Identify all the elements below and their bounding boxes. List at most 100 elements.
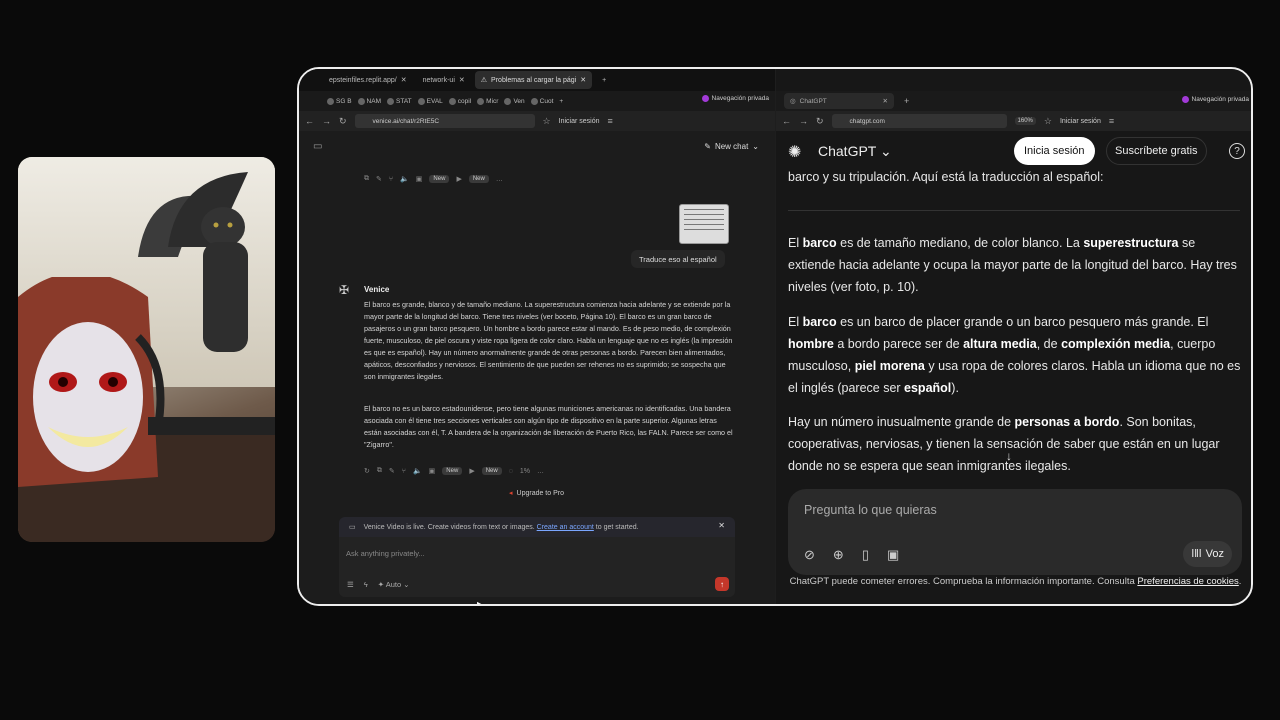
settings-sliders-icon[interactable]: ☰: [347, 580, 354, 589]
back-icon[interactable]: ←: [782, 116, 791, 126]
signin-button[interactable]: Iniciar sesión: [559, 118, 600, 125]
send-button[interactable]: ↑: [715, 577, 729, 591]
mode-label: Auto: [385, 580, 402, 589]
bot-paragraph-1: El barco es grande, blanco y de tamaño m…: [364, 300, 733, 381]
sidebar-toggle-icon[interactable]: ▭: [313, 141, 322, 152]
login-button[interactable]: Inicia sesión: [1014, 137, 1095, 165]
star-icon[interactable]: ☆: [1044, 116, 1052, 127]
cookie-preferences-link[interactable]: Preferencias de cookies: [1137, 576, 1238, 587]
window-tab-strip: epsteinfiles.replit.app/ ✕ network-ui ✕ ⚠ P…: [299, 69, 775, 91]
speaker-icon[interactable]: 🔈: [400, 175, 409, 183]
new-tab-button[interactable]: +: [596, 71, 612, 89]
pinned-tab[interactable]: STAT: [387, 97, 412, 105]
close-icon[interactable]: ✕: [580, 76, 586, 84]
attached-document-image[interactable]: [679, 204, 729, 244]
address-toolbar: ← → ↻ chatgpt.com 160% ☆ Iniciar sesión …: [776, 111, 1251, 131]
menu-icon[interactable]: ≡: [607, 116, 612, 126]
video-icon[interactable]: ▶: [469, 467, 474, 475]
close-icon[interactable]: ✕: [718, 521, 725, 530]
webcam-feed: [18, 157, 275, 542]
pinned-tab[interactable]: copil: [448, 97, 472, 105]
private-browsing-indicator: Navegación privada: [701, 95, 769, 102]
chatgpt-browser-window: ◎ ChatGPT ✕ + Navegación privada ← → ↻ cha…: [776, 69, 1251, 604]
close-icon[interactable]: ✕: [459, 76, 465, 84]
address-toolbar: ← → ↻ venice.ai/chat/r2RtE5C ☆ Iniciar s…: [299, 111, 775, 131]
more-icon[interactable]: …: [537, 468, 544, 475]
progress-ring-icon: ◌: [508, 467, 513, 475]
pinned-tab[interactable]: SG B: [327, 97, 352, 105]
close-icon[interactable]: ✕: [883, 97, 888, 105]
globe-icon[interactable]: ⊕: [833, 547, 844, 563]
new-chat-button[interactable]: ✎ New chat ⌄: [698, 137, 765, 155]
pinned-tab-active[interactable]: Ven: [504, 97, 525, 105]
chatgpt-prompt-box[interactable]: Pregunta lo que quieras ⊘ ⊕ ▯ ▣ ǀǁǀ Voz: [788, 489, 1242, 575]
regenerate-icon[interactable]: ↻: [364, 467, 370, 475]
create-account-link[interactable]: Create an account: [537, 524, 594, 531]
venice-prompt-box[interactable]: Ask anything privately... ☰ ϟ ✦ Auto ⌄ ↑: [339, 537, 735, 597]
help-icon[interactable]: ?: [1229, 143, 1245, 159]
copy-icon[interactable]: ⧉: [364, 175, 369, 183]
pinned-tab[interactable]: NAM: [357, 97, 381, 105]
tab-epsteinfiles[interactable]: epsteinfiles.replit.app/ ✕: [323, 71, 413, 89]
tab-favicon-icon: [387, 97, 394, 105]
signup-button[interactable]: Suscríbete gratis: [1106, 137, 1207, 165]
forward-icon[interactable]: →: [799, 116, 808, 126]
tab-favicon-icon: [327, 97, 334, 105]
voice-button[interactable]: ǀǁǀ Voz: [1183, 541, 1232, 567]
video-icon[interactable]: ▶: [456, 175, 461, 183]
image-icon[interactable]: ▣: [416, 175, 423, 183]
disclaimer: ChatGPT puede cometer errores. Comprueba…: [789, 576, 1242, 587]
tab-label: STAT: [396, 97, 412, 105]
attach-icon[interactable]: ⊘: [804, 547, 815, 563]
speaker-icon[interactable]: 🔈: [413, 467, 422, 475]
tab-label: epsteinfiles.replit.app/: [329, 76, 397, 84]
copy-icon[interactable]: ⧉: [377, 467, 382, 475]
back-icon[interactable]: ←: [305, 116, 314, 126]
tab-label: SG B: [336, 97, 352, 105]
pinned-tab[interactable]: Cuot: [530, 97, 553, 105]
prompt-input[interactable]: Ask anything privately...: [346, 549, 425, 558]
menu-icon[interactable]: ≡: [1109, 116, 1114, 126]
image-icon[interactable]: ▣: [429, 467, 436, 475]
venice-logo-icon: ✠: [339, 283, 350, 297]
tab-label: Micr: [486, 97, 499, 105]
tab-network-ui[interactable]: network-ui ✕: [417, 71, 471, 89]
address-bar[interactable]: venice.ai/chat/r2RtE5C: [354, 114, 535, 128]
tab-label: EVAL: [426, 97, 443, 105]
model-selector[interactable]: ChatGPT ⌄: [818, 143, 892, 160]
tab-chatgpt[interactable]: ◎ ChatGPT ✕: [784, 93, 894, 109]
add-tab-icon[interactable]: +: [559, 98, 563, 105]
branch-icon[interactable]: ⑂: [389, 176, 393, 183]
pinned-tab[interactable]: EVAL: [417, 97, 443, 105]
book-icon[interactable]: ▯: [862, 547, 869, 563]
more-icon[interactable]: …: [496, 176, 503, 183]
upgrade-link[interactable]: ◂ Upgrade to Pro: [509, 489, 564, 498]
user-message: Traduce eso al español: [631, 250, 725, 268]
tab-problemas[interactable]: ⚠ Problemas al cargar la pági ✕: [474, 71, 593, 89]
prompt-input[interactable]: Pregunta lo que quieras: [804, 503, 937, 517]
edit-icon[interactable]: ✎: [376, 175, 382, 183]
branch-icon[interactable]: ⑂: [402, 468, 406, 475]
star-icon[interactable]: ☆: [543, 116, 551, 127]
close-icon[interactable]: ✕: [401, 76, 407, 84]
zoom-level[interactable]: 160%: [1014, 117, 1036, 125]
signin-button[interactable]: Iniciar sesión: [1060, 118, 1101, 125]
pinned-tab[interactable]: Micr: [477, 97, 499, 105]
new-tab-button[interactable]: +: [904, 96, 909, 106]
lightning-icon[interactable]: ϟ: [364, 580, 368, 589]
image-gen-icon[interactable]: ▣: [887, 547, 899, 563]
edit-icon[interactable]: ✎: [389, 467, 395, 475]
reload-icon[interactable]: ↻: [339, 116, 347, 127]
new-badge: New: [468, 175, 489, 183]
address-bar[interactable]: chatgpt.com: [831, 114, 1007, 128]
tab-label: network-ui: [422, 76, 455, 84]
bot-paragraph-2: El barco no es un barco estadounidense, …: [364, 404, 733, 449]
forward-icon[interactable]: →: [322, 116, 331, 126]
scroll-down-icon[interactable]: ↓: [1006, 449, 1012, 463]
tab-favicon-icon: [504, 97, 512, 105]
tab-label: Problemas al cargar la pági: [491, 76, 577, 84]
mode-selector[interactable]: ✦ Auto ⌄: [378, 580, 410, 589]
tab-label: copil: [457, 97, 472, 105]
reload-icon[interactable]: ↻: [816, 116, 824, 127]
upgrade-label: Upgrade to Pro: [516, 489, 564, 497]
